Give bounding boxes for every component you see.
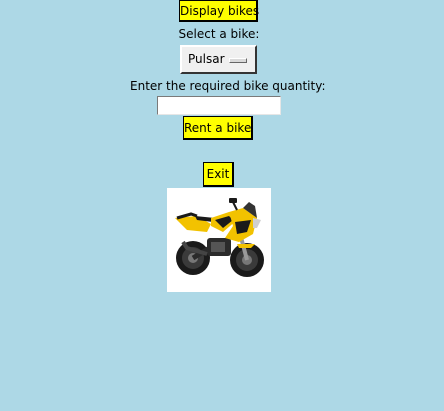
rent-bike-button[interactable]: Rent a bike [183,116,253,140]
quantity-input[interactable] [157,96,281,115]
motorcycle-image [175,198,264,277]
option-indicator-icon [229,58,247,63]
select-bike-label: Select a bike: [178,27,260,41]
exit-button[interactable]: Exit [203,162,234,187]
bike-select-value: Pulsar [188,52,225,66]
bike-image [167,188,271,292]
display-bikes-button[interactable]: Display bikes [179,0,259,22]
bike-select-menu[interactable]: Pulsar [180,45,257,74]
quantity-label: Enter the required bike quantity: [130,79,326,93]
